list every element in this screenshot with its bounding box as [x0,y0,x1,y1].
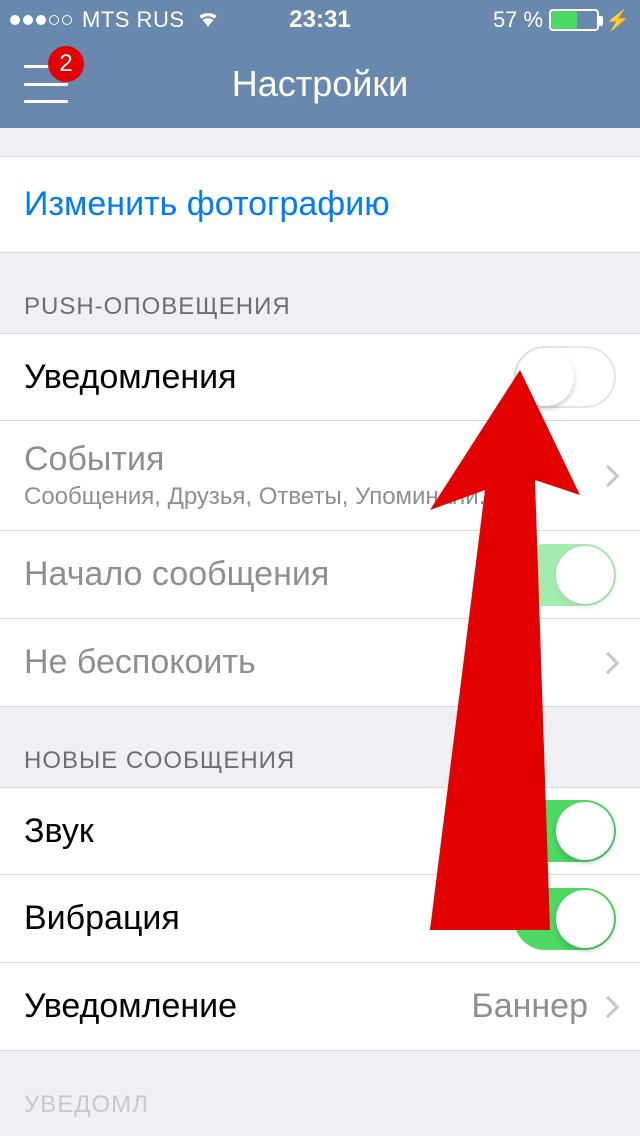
chevron-right-icon [597,651,620,674]
charging-icon: ⚡ [605,8,630,33]
status-time: 23:31 [289,6,350,34]
content: Изменить фотографию PUSH-ОПОВЕЩЕНИЯ Увед… [0,128,640,1119]
status-right: 57 % ⚡ [493,7,630,33]
vibration-toggle[interactable] [514,888,616,950]
dnd-label: Не беспокоить [24,643,600,682]
sound-row[interactable]: Звук [0,787,640,875]
vibration-label: Вибрация [24,899,514,938]
sound-label: Звук [24,812,514,851]
message-start-label: Начало сообщения [24,555,514,594]
notification-type-row[interactable]: Уведомление Баннер [0,963,640,1051]
chevron-right-icon [597,464,620,487]
battery-percent: 57 % [493,7,543,33]
sound-toggle[interactable] [514,800,616,862]
truncated-section-header: УВЕДОМЛ [0,1051,640,1119]
status-left: MTS RUS [10,6,221,34]
notification-type-label: Уведомление [24,987,471,1026]
events-row[interactable]: События Сообщения, Друзья, Ответы, Упоми… [0,421,640,531]
chevron-right-icon [597,995,620,1018]
nav-bar: 2 Настройки [0,40,640,128]
notification-type-value: Баннер [471,987,588,1026]
notifications-row[interactable]: Уведомления [0,333,640,421]
notifications-label: Уведомления [24,358,514,397]
carrier-label: MTS RUS [82,7,185,33]
new-messages-section-header: НОВЫЕ СООБЩЕНИЯ [0,707,640,787]
events-label: События [24,440,600,479]
change-photo-row[interactable]: Изменить фотографию [0,156,640,253]
message-start-row[interactable]: Начало сообщения [0,531,640,619]
events-sublabel: Сообщения, Друзья, Ответы, Упоминани... [24,483,600,511]
push-section-header: PUSH-ОПОВЕЩЕНИЯ [0,253,640,333]
menu-badge: 2 [48,46,84,82]
battery-icon [549,9,599,31]
signal-strength-icon [10,15,72,25]
status-bar: MTS RUS 23:31 57 % ⚡ [0,0,640,40]
notifications-toggle[interactable] [514,346,616,408]
vibration-row[interactable]: Вибрация [0,875,640,963]
wifi-icon [195,6,221,34]
page-title: Настройки [0,63,640,105]
change-photo-link[interactable]: Изменить фотографию [24,185,390,223]
message-start-toggle[interactable] [514,544,616,606]
dnd-row[interactable]: Не беспокоить [0,619,640,707]
